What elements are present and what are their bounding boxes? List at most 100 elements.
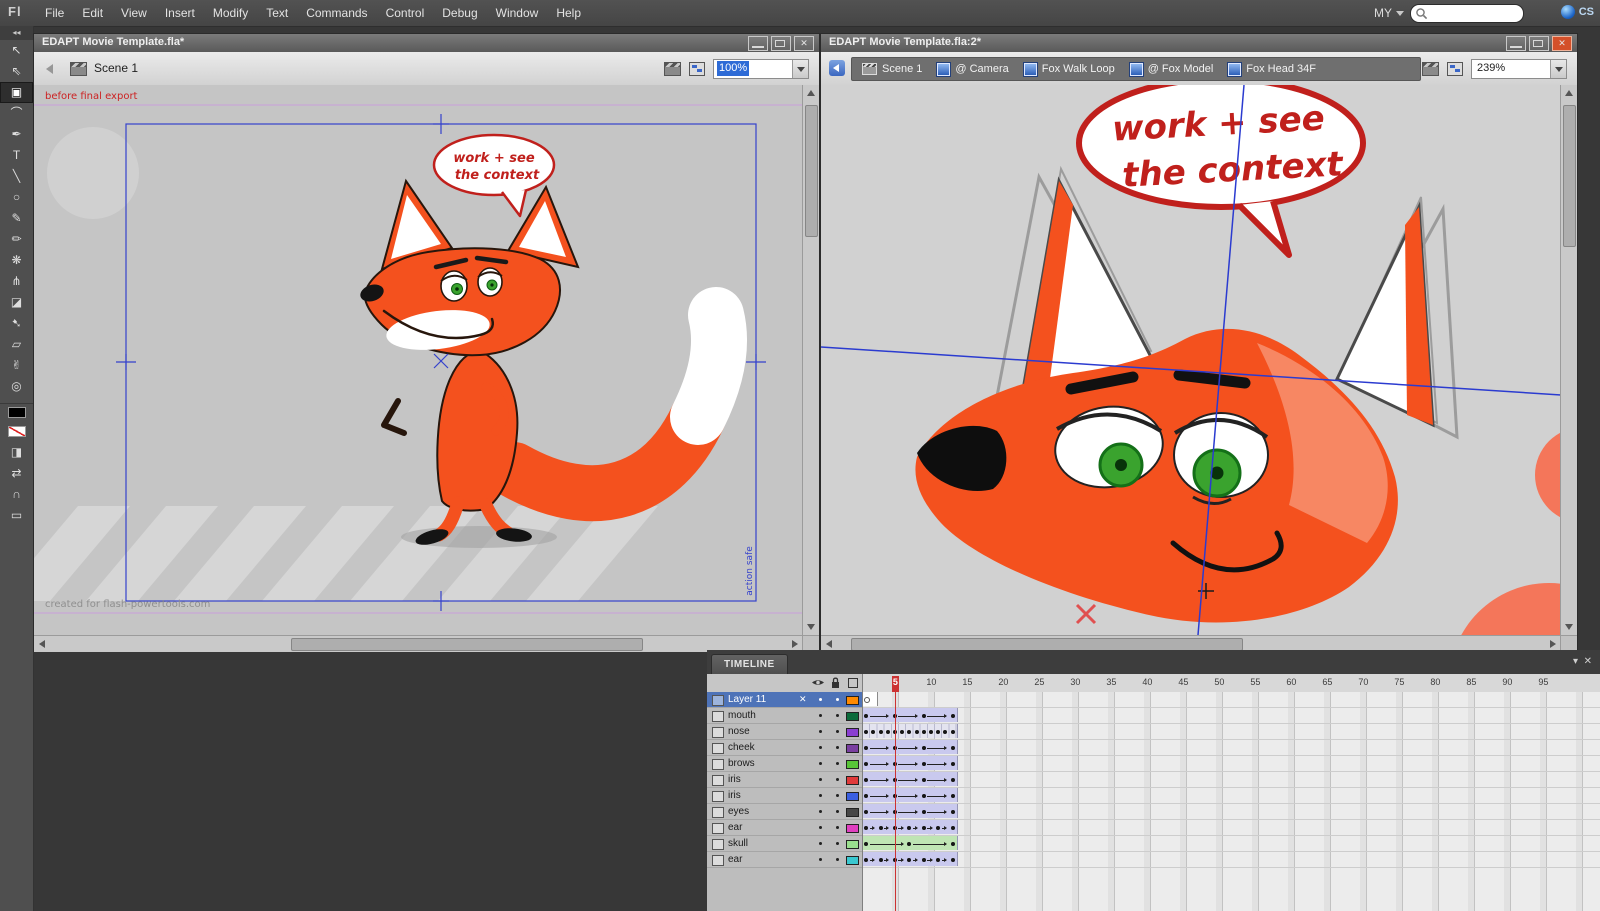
zoom-value[interactable]: 239% [1475,61,1507,76]
menu-view[interactable]: View [112,0,156,26]
menu-window[interactable]: Window [487,0,548,26]
layer-lock-dot[interactable] [836,762,839,765]
ruler-tick-95[interactable]: 95 [1533,677,1553,687]
zoom-control[interactable]: 239% [1471,59,1567,79]
snap-magnet-icon[interactable]: ∩ [0,484,33,505]
scroll-right-icon[interactable] [1550,640,1556,648]
edit-scene-icon[interactable] [1422,62,1439,76]
vertical-scrollbar[interactable] [1560,85,1577,635]
layer-row-layer-11[interactable]: Layer 11 ✕ [707,692,862,708]
zoom-control[interactable]: 100% [713,59,809,79]
layer-row-iris[interactable]: iris [707,788,862,804]
layer-visibility-dot[interactable] [819,714,822,717]
layer-outline-swatch[interactable] [846,776,859,785]
layer-frames-1[interactable] [863,708,1600,724]
keyframe-dot[interactable] [921,810,926,814]
layer-row-skull[interactable]: skull [707,836,862,852]
keyframe-dot[interactable] [885,730,890,734]
ruler-tick-75[interactable]: 75 [1389,677,1409,687]
bone-tool[interactable]: ⋔ [0,271,33,292]
back-arrow-icon[interactable] [46,64,53,74]
ruler-tick-60[interactable]: 60 [1281,677,1301,687]
ruler-tick-90[interactable]: 90 [1497,677,1517,687]
ruler-tick-50[interactable]: 50 [1209,677,1229,687]
layer-row-mouth[interactable]: mouth [707,708,862,724]
layer-row-eyes[interactable]: eyes [707,804,862,820]
scroll-down-icon[interactable] [1565,624,1573,630]
zoom-dropdown-icon[interactable] [1550,60,1566,78]
layer-lock-dot[interactable] [836,698,839,701]
scroll-down-icon[interactable] [807,624,815,630]
window-titlebar[interactable]: EDAPT Movie Template.fla* [34,34,819,53]
layer-frames-2[interactable] [863,724,1600,740]
layer-lock-dot[interactable] [836,746,839,749]
layer-row-iris[interactable]: iris [707,772,862,788]
scroll-thumb[interactable] [291,638,643,651]
keyframe-dot[interactable] [878,826,883,830]
keyframe-dot[interactable] [921,762,926,766]
layer-outline-swatch[interactable] [846,744,859,753]
paint-bucket-tool[interactable]: ◪ [0,292,33,313]
stage-canvas-left[interactable]: work + see the context before final expo… [34,85,803,635]
ruler-tick-40[interactable]: 40 [1137,677,1157,687]
scroll-left-icon[interactable] [826,640,832,648]
breadcrumb-item-0[interactable]: @ Camera [937,62,1009,76]
fill-color-swatch[interactable] [0,426,33,442]
keyframe-dot[interactable] [921,714,926,718]
keyframe-dot[interactable] [950,730,955,734]
layer-frames-10[interactable] [863,852,1600,868]
playhead-line[interactable] [894,690,897,911]
layer-outline-swatch[interactable] [846,792,859,801]
layer-outline-swatch[interactable] [846,712,859,721]
deco-tool[interactable]: ❋ [0,250,33,271]
outline-all-icon[interactable] [848,678,858,688]
scroll-thumb[interactable] [805,105,818,237]
layer-outline-swatch[interactable] [846,824,859,833]
layer-visibility-dot[interactable] [819,826,822,829]
keyframe-dot[interactable] [921,778,926,782]
layer-frames-5[interactable] [863,772,1600,788]
layer-lock-dot[interactable] [836,858,839,861]
stroke-color-swatch[interactable] [0,407,33,423]
keyframe-dot[interactable] [878,858,883,862]
keyframe-dot[interactable] [921,730,926,734]
menu-edit[interactable]: Edit [73,0,112,26]
layer-row-ear[interactable]: ear [707,852,862,868]
keyframe-dot[interactable] [950,810,955,814]
zoom-dropdown-icon[interactable] [792,60,808,78]
layer-outline-swatch[interactable] [846,840,859,849]
layer-outline-swatch[interactable] [846,808,859,817]
black-white-icon[interactable]: ◨ [0,442,33,463]
layer-visibility-dot[interactable] [819,698,822,701]
brush-tool[interactable]: ✏ [0,229,33,250]
restore-button[interactable] [771,36,791,51]
layer-visibility-dot[interactable] [819,810,822,813]
edit-symbol-icon[interactable] [689,62,705,76]
keyframe-dot[interactable] [950,858,955,862]
layer-frames-9[interactable] [863,836,1600,852]
free-transform-tool[interactable]: ▣ [0,82,33,103]
ruler-tick-85[interactable]: 85 [1461,677,1481,687]
hand-tool[interactable]: ✌ [0,355,33,376]
menu-modify[interactable]: Modify [204,0,257,26]
menu-debug[interactable]: Debug [433,0,486,26]
search-input[interactable] [1431,6,1521,21]
ruler-tick-20[interactable]: 20 [993,677,1013,687]
layer-row-nose[interactable]: nose [707,724,862,740]
scroll-left-icon[interactable] [39,640,45,648]
layer-visibility-dot[interactable] [819,858,822,861]
scroll-up-icon[interactable] [1565,90,1573,96]
swap-colors-icon[interactable]: ⇄ [0,463,33,484]
eyedropper-tool[interactable]: ➷ [0,313,33,334]
keyframe-dot[interactable] [914,730,919,734]
keyframe-dot[interactable] [921,746,926,750]
layer-lock-dot[interactable] [836,826,839,829]
keyframe-dot[interactable] [950,826,955,830]
layer-frames-8[interactable] [863,820,1600,836]
panel-menu-icon[interactable]: ▾ [1573,655,1578,669]
layer-visibility-dot[interactable] [819,842,822,845]
lock-all-icon[interactable] [831,677,840,689]
keyframe-dot[interactable] [921,858,926,862]
panel-collapse-icon[interactable] [0,26,33,40]
scroll-thumb[interactable] [1563,105,1576,247]
